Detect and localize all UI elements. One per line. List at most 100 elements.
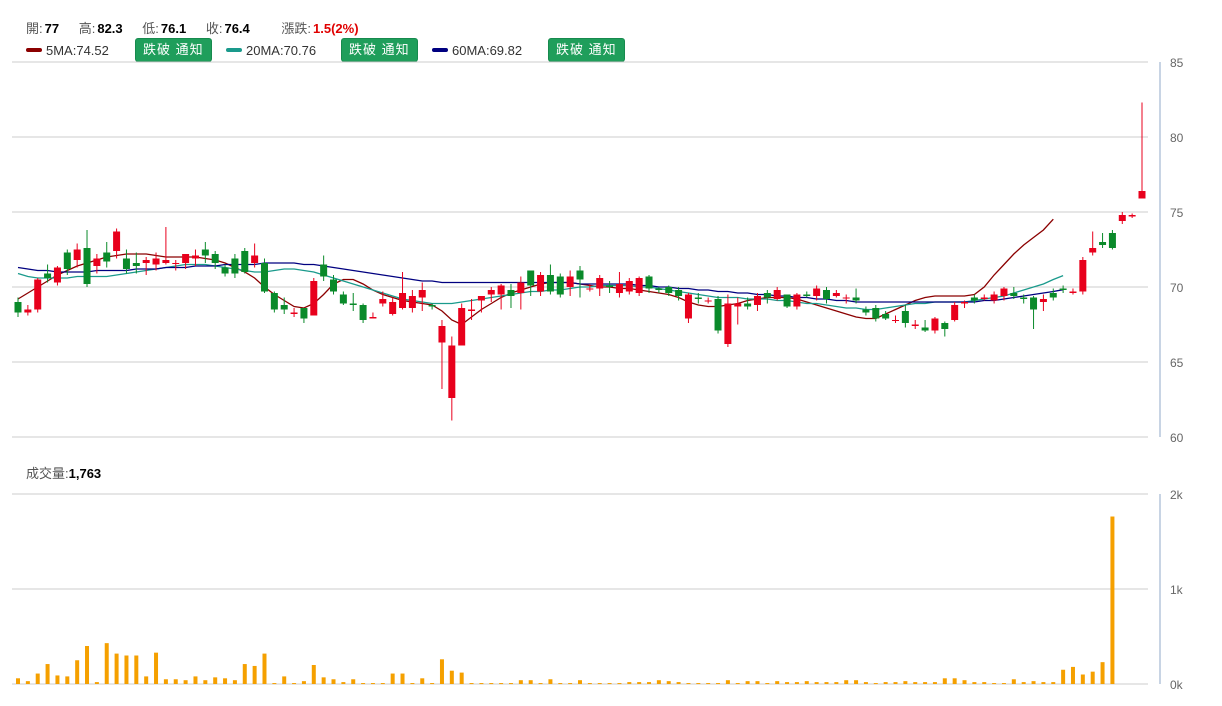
candle-body <box>990 294 998 301</box>
candle-body <box>507 290 515 296</box>
volume-bar <box>952 678 957 684</box>
candle-body <box>211 254 219 263</box>
volume-bar <box>223 678 228 684</box>
volume-bar <box>706 683 711 685</box>
candle-body <box>527 270 535 286</box>
candle-body <box>822 290 830 299</box>
candle-body <box>172 263 180 264</box>
volume-bar <box>35 673 40 684</box>
candle-body <box>83 248 91 284</box>
volume-bar <box>45 664 50 684</box>
volume-bar <box>85 646 90 684</box>
candle-body <box>320 264 328 277</box>
volume-bar <box>114 653 119 684</box>
candle-body <box>191 255 199 259</box>
candle-body <box>1108 233 1116 248</box>
candle-body <box>408 296 416 308</box>
candle-body <box>714 299 722 331</box>
candle-body <box>182 254 190 263</box>
volume-bar <box>449 670 454 684</box>
volume-bar <box>242 664 247 684</box>
candle-body <box>704 300 712 302</box>
volume-bar <box>183 680 188 684</box>
volume-bar <box>25 681 30 684</box>
candle-body <box>63 252 71 269</box>
volume-bar <box>824 682 829 684</box>
candle-body <box>34 279 42 310</box>
candle-body <box>941 323 949 329</box>
candle-body <box>241 251 249 272</box>
volume-bar <box>923 682 928 684</box>
candle-body <box>783 294 791 307</box>
candle-body <box>576 270 584 280</box>
candle-body <box>477 296 485 301</box>
volume-bar <box>144 676 149 684</box>
volume-bar <box>834 682 839 684</box>
volume-bar <box>292 683 297 685</box>
volume-bar <box>439 659 444 684</box>
volume-bar <box>173 679 178 684</box>
candle-body <box>132 263 140 266</box>
candle-body <box>951 305 959 320</box>
volume-bar <box>794 682 799 684</box>
candle-body <box>961 302 969 304</box>
volume-bar <box>232 680 237 684</box>
volume-tick-label: 1k <box>1170 583 1184 597</box>
candle-body <box>842 297 850 299</box>
volume-bar <box>262 653 267 684</box>
volume-bar <box>104 643 109 684</box>
candle-body <box>53 267 61 283</box>
candle-body <box>882 314 890 319</box>
volume-bar <box>469 683 474 685</box>
candle-body <box>517 282 525 293</box>
candle-body <box>911 324 919 326</box>
candle-body <box>142 260 150 263</box>
candle-body <box>93 258 101 266</box>
volume-bar <box>518 680 523 684</box>
volume-bar <box>390 673 395 684</box>
candle-body <box>635 278 643 293</box>
candle-body <box>1049 293 1057 298</box>
volume-bar <box>962 680 967 684</box>
candle-body <box>330 279 338 292</box>
candle-body <box>615 284 623 293</box>
volume-bar <box>528 680 533 684</box>
candle-body <box>1020 297 1028 299</box>
candle-body <box>684 294 692 319</box>
volume-bar <box>627 682 632 684</box>
candle-body <box>103 252 111 262</box>
volume-bar <box>311 665 316 684</box>
candle-body <box>606 285 614 287</box>
candle-body <box>1039 299 1047 302</box>
volume-bar <box>617 683 622 685</box>
candle-body <box>260 263 268 292</box>
candle-body <box>1118 215 1126 221</box>
candle-body <box>724 303 732 344</box>
volume-bar <box>873 683 878 685</box>
candle-body <box>1089 248 1097 253</box>
volume-bar <box>1021 682 1026 684</box>
candle-body <box>290 312 298 314</box>
candle-body <box>359 305 367 320</box>
candle-body <box>24 309 32 313</box>
volume-bar <box>854 680 859 684</box>
volume-bar <box>607 683 612 685</box>
volume-bar <box>1110 516 1115 684</box>
volume-bar <box>508 683 513 685</box>
candle-body <box>1010 293 1018 296</box>
volume-bar <box>942 678 947 684</box>
volume-bar <box>1011 679 1016 684</box>
volume-bar <box>1090 671 1095 684</box>
volume-bar <box>538 683 543 685</box>
volume-bar <box>203 680 208 684</box>
volume-tick-label: 0k <box>1170 678 1184 692</box>
volume-bar <box>765 683 770 685</box>
candle-body <box>793 294 801 307</box>
volume-bar <box>430 683 435 685</box>
candle-body <box>399 293 407 308</box>
candle-body <box>300 308 308 319</box>
volume-bar <box>568 683 573 685</box>
candle-body <box>1128 215 1136 217</box>
volume-bar <box>410 683 415 685</box>
volume-bar <box>331 679 336 684</box>
